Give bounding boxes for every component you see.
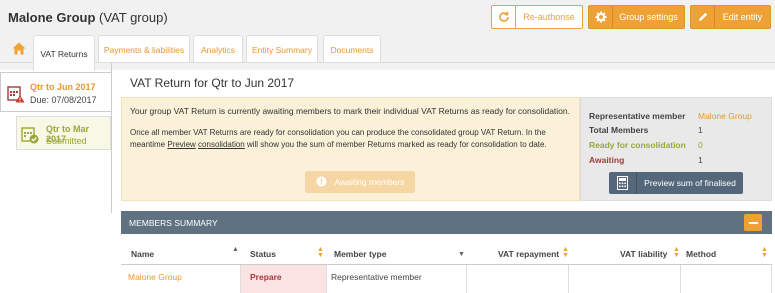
col-name[interactable]: Name	[131, 249, 154, 259]
group-summary-panel: Representative member Malone Group Total…	[580, 97, 772, 201]
consolidation-link[interactable]: consolidation	[198, 140, 245, 149]
rep-member-value[interactable]: Malone Group	[698, 111, 752, 121]
column-divider	[240, 265, 241, 293]
gear-icon	[589, 6, 613, 28]
ready-value: 0	[698, 140, 703, 150]
group-settings-button[interactable]: Group settings	[588, 5, 685, 29]
sidebar-item-qtr-jun-2017[interactable]: Qtr to Jun 2017 Due: 07/08/2017	[0, 72, 111, 112]
consolidation-notice: Your group VAT Return is currently await…	[121, 97, 580, 201]
collapse-button[interactable]	[744, 214, 762, 231]
tab-label: Payments & liabilities	[103, 44, 185, 55]
col-vat-liability[interactable]: VAT liability	[620, 249, 667, 259]
tab-analytics[interactable]: Analytics	[193, 35, 243, 63]
sort-icon[interactable]: ▲ ▼	[317, 246, 324, 259]
edit-entity-label: Edit entity	[722, 12, 763, 22]
column-divider	[326, 265, 327, 293]
sidebar-item-subtitle: Submitted	[46, 136, 87, 146]
minus-icon	[748, 221, 758, 224]
calendar-check-icon	[21, 126, 39, 147]
home-tab[interactable]	[6, 35, 32, 63]
tab-documents[interactable]: Documents	[323, 35, 381, 63]
sidebar-divider	[111, 63, 112, 213]
filter-icon[interactable]: ▼	[458, 251, 465, 258]
table-row: Malone Group Prepare Representative memb…	[121, 265, 772, 293]
sidebar-item-title: Qtr to Jun 2017	[30, 82, 96, 92]
return-title: VAT Return for Qtr to Jun 2017	[130, 76, 295, 90]
ready-label: Ready for consolidation	[589, 140, 686, 150]
awaiting-members-button[interactable]: Awaiting members	[305, 171, 415, 193]
calculator-icon	[609, 172, 637, 194]
refresh-icon	[492, 6, 516, 28]
col-status[interactable]: Status	[250, 249, 276, 259]
preview-sum-button[interactable]: Preview sum of finalised	[609, 172, 743, 194]
total-members-value: 1	[698, 125, 703, 135]
sidebar-item-qtr-mar-2017[interactable]: Qtr to Mar 2017 Submitted	[16, 116, 111, 150]
sidebar-item-subtitle: Due: 07/08/2017	[30, 95, 97, 105]
members-summary-title: MEMBERS SUMMARY	[129, 218, 218, 228]
edit-entity-button[interactable]: Edit entity	[690, 5, 771, 29]
col-vat-repayment[interactable]: VAT repayment	[498, 249, 559, 259]
tab-label: Analytics	[200, 44, 235, 55]
tab-divider	[0, 62, 775, 63]
reauthorise-label: Re-authorise	[523, 12, 575, 22]
tab-vat-returns[interactable]: VAT Returns	[33, 35, 95, 71]
column-divider	[680, 265, 681, 293]
reauthorise-button[interactable]: Re-authorise	[491, 5, 583, 29]
pencil-icon	[691, 6, 715, 28]
awaiting-members-label: Awaiting members	[334, 177, 405, 187]
total-members-label: Total Members	[589, 125, 649, 135]
warning-icon	[316, 176, 327, 189]
page-title: Malone Group (VAT group)	[8, 10, 168, 25]
members-table-header: Name ▲ Status ▲ ▼ Member type ▼ VAT repay…	[121, 243, 772, 265]
member-type: Representative member	[331, 272, 422, 282]
status-badge: Prepare	[250, 272, 282, 282]
calendar-alert-icon	[7, 85, 25, 106]
sort-icon[interactable]: ▲ ▼	[673, 246, 680, 259]
tab-entity-summary[interactable]: Entity Summary	[246, 35, 318, 63]
tab-label: Documents	[330, 44, 374, 55]
sort-asc-icon[interactable]: ▲	[232, 246, 239, 253]
group-settings-label: Group settings	[619, 12, 678, 22]
org-name: Malone Group	[8, 10, 96, 25]
preview-link[interactable]: Preview	[167, 140, 195, 149]
member-name-link[interactable]: Malone Group	[128, 272, 182, 282]
awaiting-label: Awaiting	[589, 155, 625, 165]
org-type: (VAT group)	[99, 10, 168, 25]
sort-icon[interactable]: ▲ ▼	[761, 246, 768, 259]
sort-icon[interactable]: ▲ ▼	[562, 246, 569, 259]
home-icon	[12, 42, 26, 57]
column-divider	[568, 265, 569, 293]
notice-text: Your group VAT Return is currently await…	[130, 106, 570, 116]
tab-payments-liabilities[interactable]: Payments & liabilities	[98, 35, 190, 63]
awaiting-value: 1	[698, 155, 703, 165]
col-method[interactable]: Method	[686, 249, 716, 259]
column-divider	[466, 265, 467, 293]
col-member-type[interactable]: Member type	[334, 249, 386, 259]
tab-label: VAT Returns	[40, 48, 88, 59]
rep-member-label: Representative member	[589, 111, 686, 121]
notice-detail: Once all member VAT Returns are ready fo…	[130, 127, 575, 151]
preview-sum-label: Preview sum of finalised	[644, 178, 736, 188]
members-summary-header: MEMBERS SUMMARY	[121, 211, 772, 234]
notice-detail-text: will show you the sum of member Returns …	[244, 140, 547, 149]
column-divider	[771, 265, 772, 293]
tab-label: Entity Summary	[252, 44, 312, 55]
